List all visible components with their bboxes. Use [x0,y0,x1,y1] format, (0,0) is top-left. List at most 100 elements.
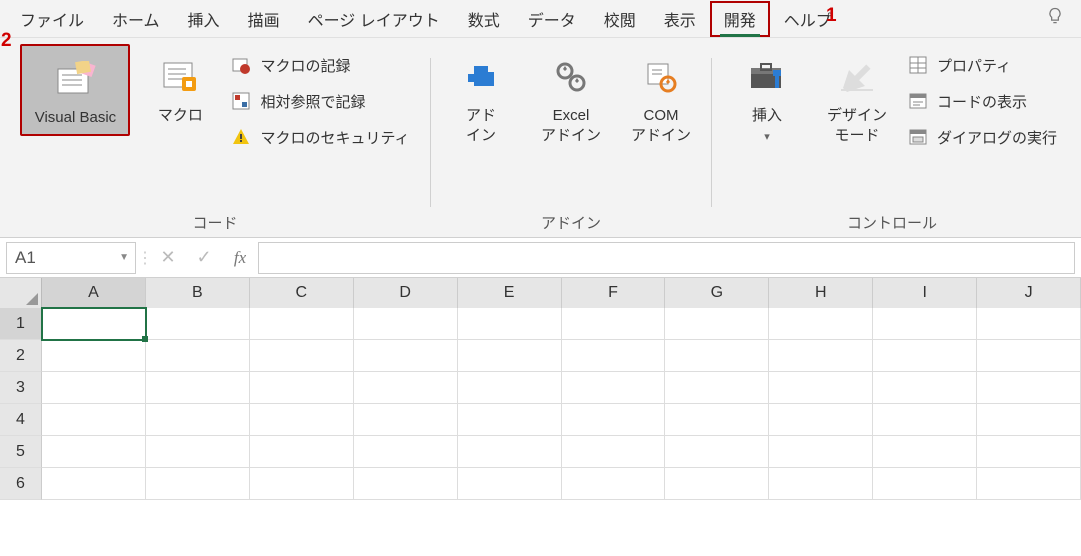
cell[interactable] [665,372,769,404]
cell[interactable] [42,372,146,404]
relative-ref-button[interactable]: 相対参照で記録 [230,90,409,112]
row-header[interactable]: 5 [0,436,42,468]
cell[interactable] [42,340,146,372]
tab-home[interactable]: ホーム [98,1,174,37]
cell[interactable] [977,372,1081,404]
cell[interactable] [354,404,458,436]
col-header[interactable]: G [665,278,769,308]
cell[interactable] [354,340,458,372]
tab-review[interactable]: 校閲 [590,1,650,37]
view-code-button[interactable]: コードの表示 [907,90,1057,112]
cell[interactable] [146,372,250,404]
col-header[interactable]: D [354,278,458,308]
cell[interactable] [769,308,873,340]
cell[interactable] [250,308,354,340]
tab-data[interactable]: データ [514,1,590,37]
tab-developer[interactable]: 開発 [710,1,770,37]
cell[interactable] [146,436,250,468]
cell[interactable] [146,404,250,436]
run-dialog-button[interactable]: ダイアログの実行 [907,126,1057,148]
chevron-down-icon[interactable]: ▼ [119,252,129,263]
cell[interactable] [769,372,873,404]
cell[interactable] [146,468,250,500]
cell[interactable] [354,372,458,404]
cell[interactable] [458,372,562,404]
cell[interactable] [250,468,354,500]
macros-button[interactable]: マクロ [140,44,220,132]
cell[interactable] [250,372,354,404]
row-header[interactable]: 6 [0,468,42,500]
cell[interactable] [769,468,873,500]
cell[interactable] [562,340,666,372]
col-header[interactable]: I [873,278,977,308]
row-header[interactable]: 2 [0,340,42,372]
col-header[interactable]: C [250,278,354,308]
cell[interactable] [562,308,666,340]
cell[interactable] [458,308,562,340]
cell[interactable] [977,340,1081,372]
cell[interactable] [458,436,562,468]
cell[interactable] [250,404,354,436]
tab-view[interactable]: 表示 [650,1,710,37]
record-macro-button[interactable]: マクロの記録 [230,54,409,76]
col-header[interactable]: B [146,278,250,308]
cell[interactable] [977,404,1081,436]
row-header[interactable]: 3 [0,372,42,404]
tab-file[interactable]: ファイル [6,1,98,37]
cell[interactable] [250,436,354,468]
cell[interactable] [665,340,769,372]
cell[interactable] [977,468,1081,500]
cell[interactable] [769,340,873,372]
cell[interactable] [458,404,562,436]
cell[interactable] [42,308,146,340]
design-mode-button[interactable]: デザイン モード [817,44,897,151]
cancel-formula-button[interactable]: ✕ [150,242,186,274]
visual-basic-button[interactable]: Visual Basic [20,44,130,136]
cell[interactable] [250,340,354,372]
col-header[interactable]: H [769,278,873,308]
excel-addins-button[interactable]: Excel アドイン [531,44,611,151]
cell[interactable] [665,308,769,340]
insert-control-button[interactable]: 挿入▾ [727,44,807,151]
cell[interactable] [873,308,977,340]
cell[interactable] [873,372,977,404]
row-header[interactable]: 1 [0,308,42,340]
cell[interactable] [146,308,250,340]
cell[interactable] [354,308,458,340]
tab-help[interactable]: ヘルプ [770,1,846,37]
cell[interactable] [146,340,250,372]
enter-formula-button[interactable]: ✓ [186,242,222,274]
select-all-corner[interactable] [0,278,42,308]
cell[interactable] [562,468,666,500]
cell[interactable] [665,468,769,500]
cell[interactable] [562,436,666,468]
cell[interactable] [562,372,666,404]
cell[interactable] [873,436,977,468]
cell[interactable] [354,468,458,500]
cell[interactable] [665,436,769,468]
cell[interactable] [458,340,562,372]
tab-formulas[interactable]: 数式 [454,1,514,37]
tab-page-layout[interactable]: ページ レイアウト [294,1,454,37]
cell[interactable] [769,404,873,436]
col-header[interactable]: J [977,278,1081,308]
cell[interactable] [873,404,977,436]
com-addins-button[interactable]: COM アドイン [621,44,701,151]
tell-me-button[interactable] [1045,6,1065,31]
cell[interactable] [873,340,977,372]
formula-input[interactable] [258,242,1075,274]
cell[interactable] [665,404,769,436]
cell[interactable] [977,308,1081,340]
cell[interactable] [873,468,977,500]
cell[interactable] [458,468,562,500]
insert-function-button[interactable]: fx [222,242,258,274]
cell[interactable] [354,436,458,468]
addins-button[interactable]: アド イン [441,44,521,151]
col-header[interactable]: F [562,278,666,308]
tab-insert[interactable]: 挿入 [174,1,234,37]
cell[interactable] [42,404,146,436]
cell[interactable] [42,468,146,500]
cell[interactable] [977,436,1081,468]
tab-draw[interactable]: 描画 [234,1,294,37]
properties-button[interactable]: プロパティ [907,54,1057,76]
